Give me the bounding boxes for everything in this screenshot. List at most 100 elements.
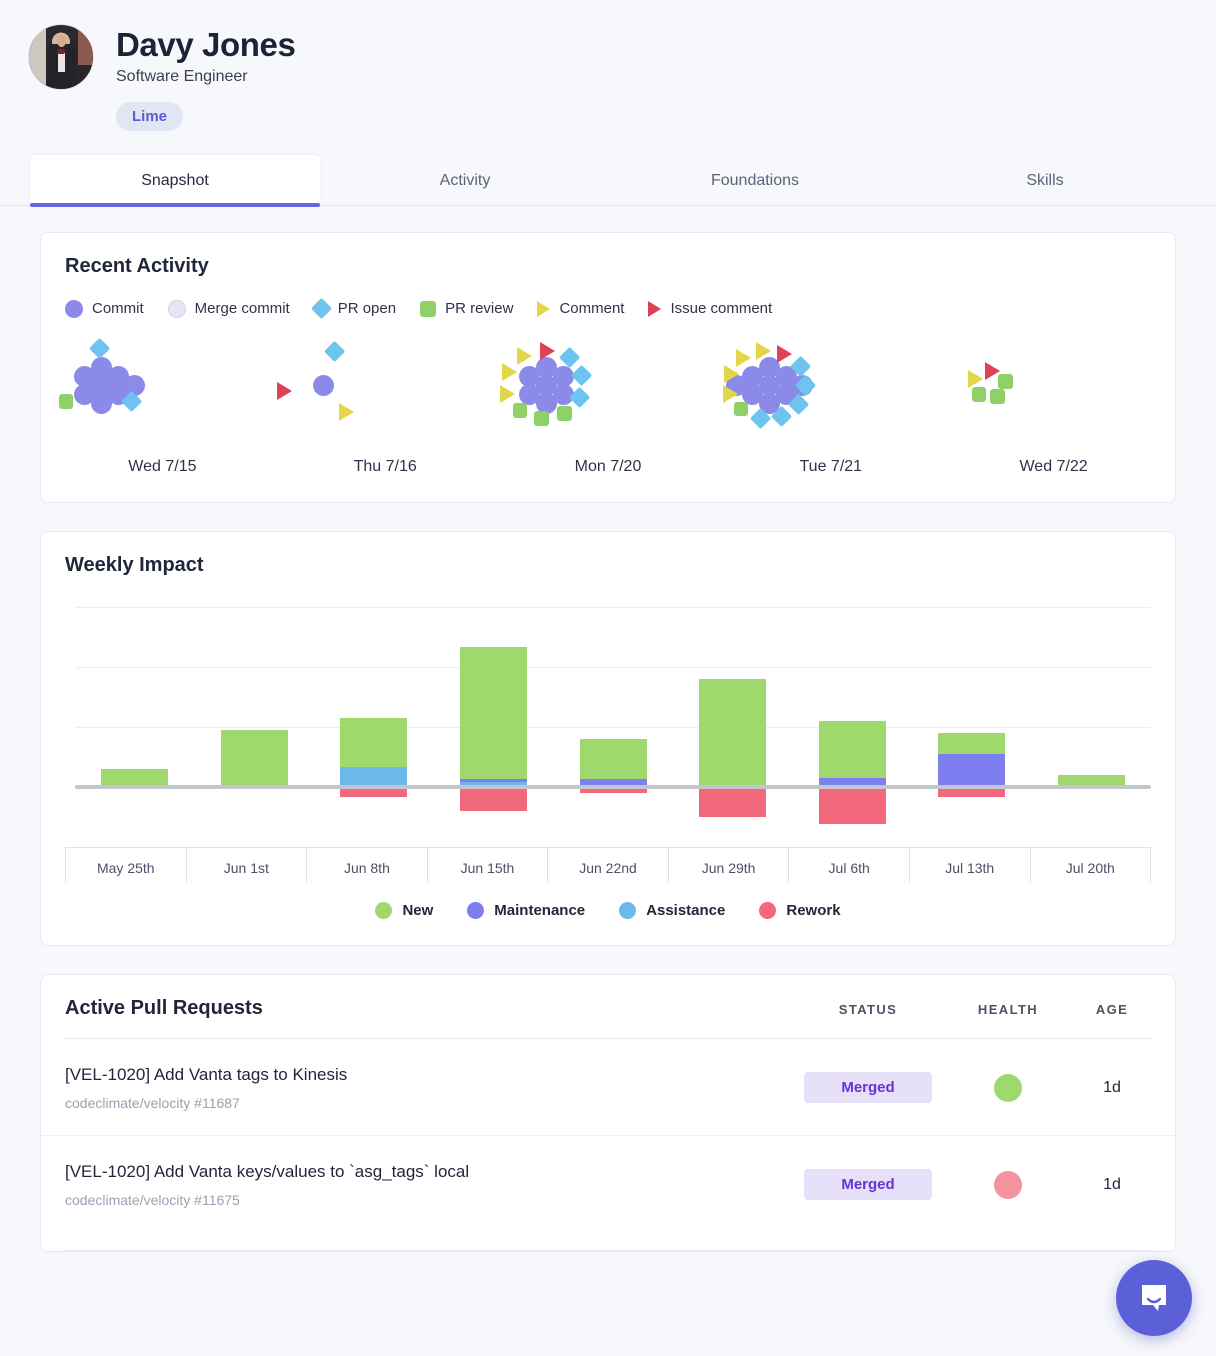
pr-review-marker	[734, 402, 749, 417]
circle-icon	[168, 300, 186, 318]
legend-dot-icon	[467, 902, 484, 919]
recent-activity-title: Recent Activity	[41, 233, 1175, 278]
chart-bar-column[interactable]	[314, 607, 434, 847]
commit-marker	[313, 375, 334, 396]
tab-skills[interactable]: Skills	[900, 155, 1190, 206]
pr-title[interactable]: [VEL-1020] Add Vanta tags to Kinesis	[65, 1065, 793, 1085]
comment-marker	[756, 342, 771, 360]
tab-foundations[interactable]: Foundations	[610, 155, 900, 206]
tab-bar: Snapshot Activity Foundations Skills	[0, 155, 1216, 206]
chart-bar-column[interactable]	[1032, 607, 1152, 847]
activity-legend-label: Issue comment	[670, 300, 772, 317]
commit-marker	[91, 393, 112, 414]
chart-x-tick-label: Jul 20th	[1030, 848, 1152, 882]
pr-repo: codeclimate/velocity #11675	[65, 1192, 793, 1208]
chart-legend-label: Assistance	[646, 902, 725, 919]
page-title: Davy Jones	[116, 26, 295, 64]
team-chip[interactable]: Lime	[116, 102, 183, 131]
chart-legend-item[interactable]: New	[375, 902, 433, 919]
chart-legend-item[interactable]: Rework	[759, 902, 840, 919]
pr-review-marker	[534, 411, 549, 426]
chart-segment-new	[340, 718, 407, 768]
activity-day-label: Mon 7/20	[497, 444, 720, 502]
pr-open-marker	[324, 340, 345, 361]
chart-x-axis: May 25thJun 1stJun 8thJun 15thJun 22ndJu…	[65, 847, 1151, 882]
activity-day[interactable]: Wed 7/15	[51, 334, 274, 502]
user-avatar-photo	[28, 24, 94, 90]
chat-launcher-button[interactable]	[1116, 1260, 1192, 1336]
chart-bar-column[interactable]	[553, 607, 673, 847]
chart-segment-new	[221, 730, 288, 787]
comment-marker	[339, 403, 354, 421]
chart-x-tick-label: Jun 1st	[186, 848, 307, 882]
chart-segment-new	[460, 647, 527, 779]
pr-health-cell	[943, 1074, 1073, 1102]
pr-age: 1d	[1073, 1079, 1151, 1097]
pr-title[interactable]: [VEL-1020] Add Vanta keys/values to `asg…	[65, 1162, 793, 1182]
chart-segment-maintenance	[938, 754, 1005, 787]
tab-activity[interactable]: Activity	[320, 155, 610, 206]
pull-requests-header: Active Pull Requests STATUS HEALTH AGE	[41, 975, 1175, 1020]
weekly-impact-title: Weekly Impact	[41, 532, 1175, 577]
comment-marker	[736, 349, 751, 367]
pr-review-marker	[59, 394, 74, 409]
activity-cluster	[274, 334, 497, 444]
issue-comment-marker	[985, 362, 1000, 380]
activity-legend-item: PR open	[314, 300, 396, 317]
user-role: Software Engineer	[116, 68, 295, 86]
chart-bar-column[interactable]	[195, 607, 315, 847]
activity-legend-label: PR open	[338, 300, 396, 317]
pr-status-cell: Merged	[793, 1169, 943, 1200]
chart-segment-new	[938, 733, 1005, 754]
pull-requests-list: [VEL-1020] Add Vanta tags to Kinesis code…	[41, 1039, 1175, 1251]
chart-bar-column[interactable]	[912, 607, 1032, 847]
issue-comment-marker	[540, 342, 555, 360]
tab-snapshot[interactable]: Snapshot	[30, 155, 320, 206]
chart-bar-column[interactable]	[75, 607, 195, 847]
chart-x-tick-label: Jun 15th	[427, 848, 548, 882]
activity-day[interactable]: Wed 7/22	[942, 334, 1165, 502]
table-row[interactable]: [VEL-1020] Add Vanta keys/values to `asg…	[41, 1135, 1175, 1232]
pr-review-marker	[513, 403, 528, 418]
pr-status-cell: Merged	[793, 1072, 943, 1103]
chart-legend-item[interactable]: Maintenance	[467, 902, 585, 919]
chart-x-tick-label: Jul 13th	[909, 848, 1030, 882]
comment-marker	[723, 385, 738, 403]
activity-legend-label: Merge commit	[195, 300, 290, 317]
pr-review-marker	[990, 389, 1005, 404]
chart-x-tick-label: Jun 8th	[306, 848, 427, 882]
activity-cluster	[497, 334, 720, 444]
activity-day[interactable]: Thu 7/16	[274, 334, 497, 502]
chart-legend-item[interactable]: Assistance	[619, 902, 725, 919]
chart-segment-rework	[699, 787, 766, 817]
activity-cluster	[719, 334, 942, 444]
comment-marker	[724, 365, 739, 383]
square-icon	[420, 301, 436, 317]
weekly-impact-chart	[65, 607, 1151, 847]
activity-day-label: Wed 7/15	[51, 444, 274, 502]
comment-marker	[502, 363, 517, 381]
pr-health-cell	[943, 1171, 1073, 1199]
chart-bar-column[interactable]	[792, 607, 912, 847]
recent-activity-legend: CommitMerge commitPR openPR reviewCommen…	[41, 278, 1175, 318]
activity-day-label: Tue 7/21	[719, 444, 942, 502]
chart-x-tick-label: Jun 22nd	[547, 848, 668, 882]
activity-legend-item: Comment	[537, 300, 624, 317]
activity-day[interactable]: Tue 7/21	[719, 334, 942, 502]
pr-main-cell: [VEL-1020] Add Vanta tags to Kinesiscode…	[65, 1065, 793, 1111]
pull-requests-card: Active Pull Requests STATUS HEALTH AGE […	[40, 974, 1176, 1252]
table-row[interactable]: [VEL-1020] Add Vanta tags to Kinesiscode…	[41, 1039, 1175, 1135]
triangle-icon	[537, 301, 550, 317]
chart-segment-rework	[460, 787, 527, 811]
chart-bar-column[interactable]	[673, 607, 793, 847]
chart-bar-column[interactable]	[434, 607, 554, 847]
chart-segment-new	[580, 739, 647, 780]
chart-zero-line	[75, 785, 1151, 789]
activity-day-label: Wed 7/22	[942, 444, 1165, 502]
pr-open-marker	[558, 347, 579, 368]
comment-marker	[968, 370, 983, 388]
activity-day[interactable]: Mon 7/20	[497, 334, 720, 502]
activity-legend-label: Commit	[92, 300, 144, 317]
pr-main-cell: [VEL-1020] Add Vanta keys/values to `asg…	[65, 1162, 793, 1208]
pr-open-marker	[88, 338, 109, 359]
